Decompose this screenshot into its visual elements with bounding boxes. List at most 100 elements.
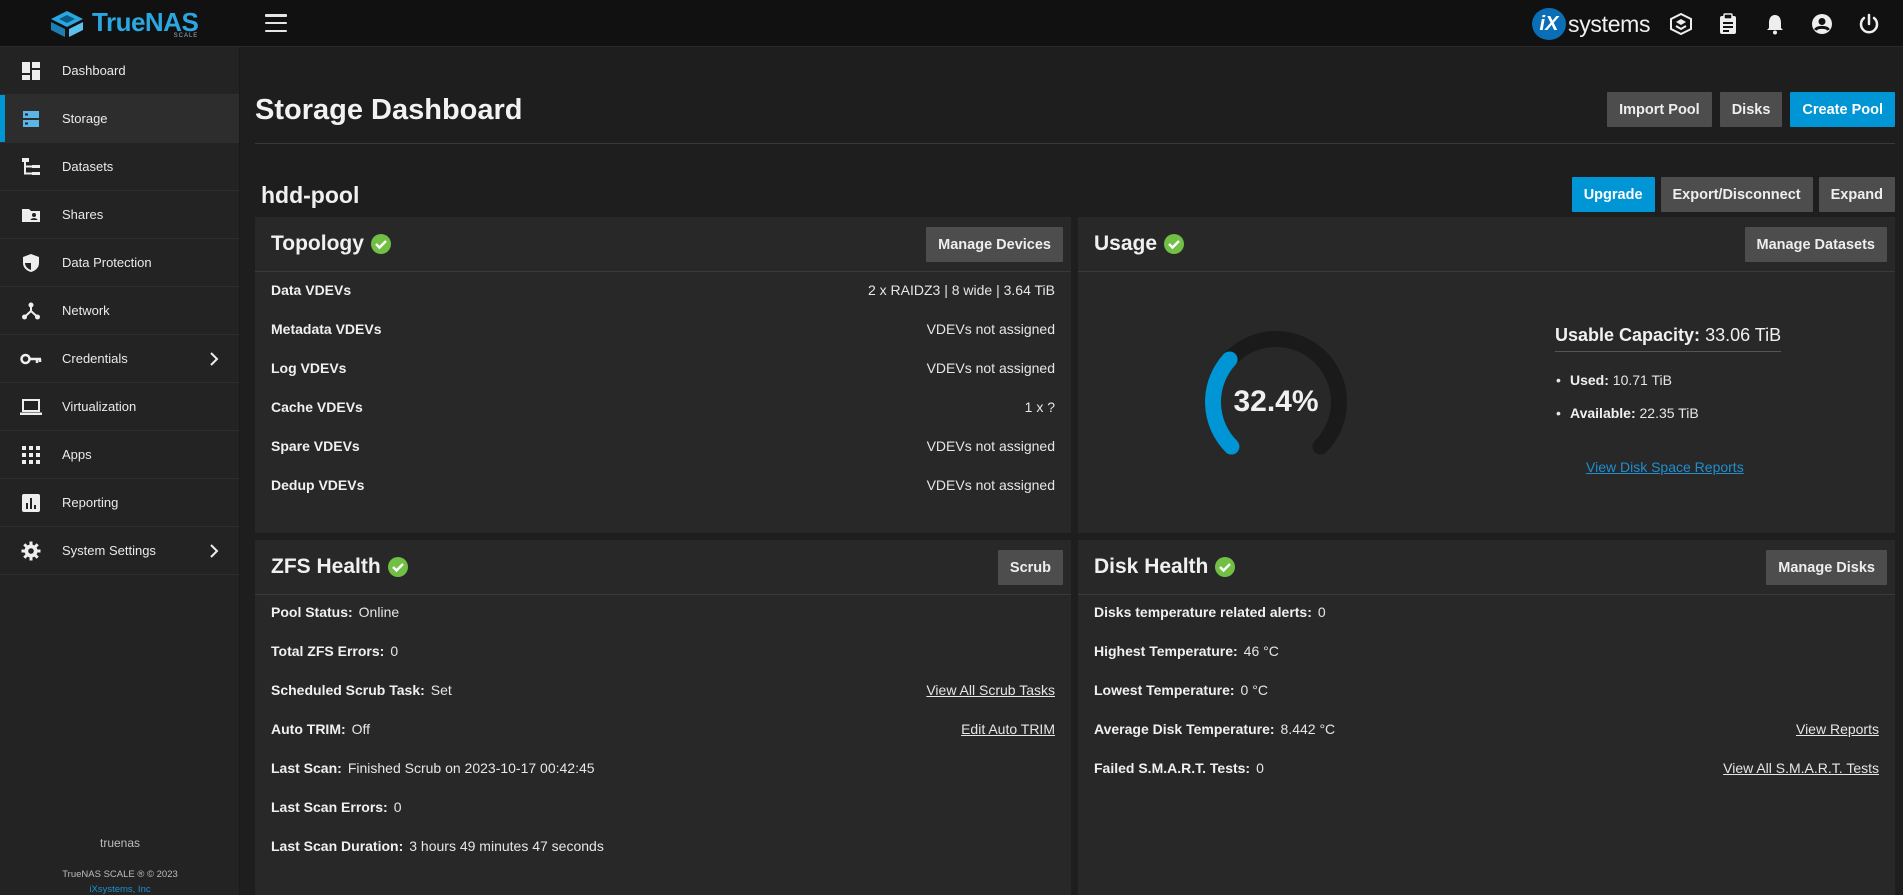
sidebar-item-credentials[interactable]: Credentials bbox=[0, 335, 239, 383]
topology-row: Dedup VDEVs VDEVs not assigned bbox=[271, 477, 1055, 493]
menu-toggle-icon[interactable] bbox=[265, 14, 287, 32]
chevron-right-icon bbox=[210, 543, 219, 558]
expand-button[interactable]: Expand bbox=[1818, 177, 1895, 212]
avg-temp-row: Average Disk Temperature: 8.442 °C View Re… bbox=[1094, 721, 1879, 737]
view-smart-tests-link[interactable]: View All S.M.A.R.T. Tests bbox=[1723, 760, 1879, 776]
view-disk-space-reports-link[interactable]: View Disk Space Reports bbox=[1586, 459, 1744, 475]
manage-datasets-button[interactable]: Manage Datasets bbox=[1744, 227, 1887, 262]
sidebar-item-dashboard[interactable]: Dashboard bbox=[0, 47, 239, 95]
view-scrub-tasks-link[interactable]: View All Scrub Tasks bbox=[926, 682, 1055, 698]
card-title: Topology bbox=[271, 232, 364, 255]
copyright: TrueNAS SCALE ® © 2023 bbox=[62, 869, 178, 880]
card-title: Usage bbox=[1094, 232, 1158, 255]
gear-icon bbox=[20, 540, 42, 562]
laptop-icon bbox=[20, 396, 42, 418]
create-pool-button[interactable]: Create Pool bbox=[1790, 92, 1895, 127]
truenas-logo[interactable]: TrueNAS SCALE bbox=[48, 6, 199, 41]
sidebar-item-label: Dashboard bbox=[62, 63, 126, 78]
pool-name: hdd-pool bbox=[261, 182, 360, 208]
scrub-button[interactable]: Scrub bbox=[997, 550, 1063, 585]
disks-button[interactable]: Disks bbox=[1719, 92, 1783, 127]
sidebar-item-reporting[interactable]: Reporting bbox=[0, 479, 239, 527]
sidebar-item-network[interactable]: Network bbox=[0, 287, 239, 335]
page-title: Storage Dashboard bbox=[255, 94, 523, 126]
ix-text: systems bbox=[1568, 10, 1651, 37]
sidebar-item-label: Network bbox=[62, 303, 110, 318]
main-content: Storage Dashboard Import Pool Disks Crea… bbox=[241, 47, 1903, 895]
dashboard-icon bbox=[20, 60, 42, 82]
highest-temp-row: Highest Temperature: 46 °C bbox=[1094, 643, 1279, 659]
clipboard-icon[interactable] bbox=[1715, 11, 1740, 36]
company-link[interactable]: iXsystems, Inc bbox=[0, 884, 240, 895]
manage-devices-button[interactable]: Manage Devices bbox=[926, 227, 1063, 262]
check-circle-icon bbox=[1164, 234, 1185, 254]
manage-disks-button[interactable]: Manage Disks bbox=[1766, 550, 1887, 585]
topology-card: Topology Manage Devices Data VDEVs 2 x RA… bbox=[255, 217, 1071, 533]
lowest-temp-row: Lowest Temperature: 0 °C bbox=[1094, 682, 1268, 698]
available-item: Available: 22.35 TiB bbox=[1556, 405, 1699, 421]
divider bbox=[255, 143, 1895, 144]
account-icon[interactable] bbox=[1809, 11, 1834, 36]
usage-card: Usage Manage Datasets 32.4% Usable Capac… bbox=[1078, 217, 1895, 533]
sidebar-item-storage[interactable]: Storage bbox=[0, 95, 239, 143]
sidebar-item-shares[interactable]: Shares bbox=[0, 191, 239, 239]
sidebar: Dashboard Storage Datasets Shares Data P… bbox=[0, 47, 240, 895]
check-circle-icon bbox=[370, 234, 391, 254]
sidebar-item-apps[interactable]: Apps bbox=[0, 431, 239, 479]
topology-row: Metadata VDEVs VDEVs not assigned bbox=[271, 321, 1055, 337]
hostname: truenas bbox=[99, 836, 141, 850]
sidebar-item-system-settings[interactable]: System Settings bbox=[0, 527, 239, 575]
usable-capacity: Usable Capacity: 33.06 TiB bbox=[1555, 325, 1782, 352]
sidebar-item-datasets[interactable]: Datasets bbox=[0, 143, 239, 191]
scrub-task-row: Scheduled Scrub Task: Set View All Scrub T… bbox=[271, 682, 1055, 698]
topology-row: Data VDEVs 2 x RAIDZ3 | 8 wide | 3.64 TiB bbox=[271, 282, 1055, 298]
sidebar-item-label: Reporting bbox=[62, 495, 119, 510]
ix-badge: iX bbox=[1532, 8, 1566, 40]
check-circle-icon bbox=[1215, 557, 1236, 577]
pool-status-row: Pool Status: Online bbox=[271, 604, 400, 620]
sidebar-item-label: Storage bbox=[62, 111, 108, 126]
truecommand-icon[interactable] bbox=[1668, 11, 1693, 36]
reporting-icon bbox=[20, 492, 42, 514]
view-reports-link[interactable]: View Reports bbox=[1796, 721, 1879, 737]
sidebar-item-label: Virtualization bbox=[62, 399, 137, 414]
usage-gauge: 32.4% bbox=[1197, 323, 1355, 481]
card-title: Disk Health bbox=[1094, 555, 1209, 578]
edit-auto-trim-link[interactable]: Edit Auto TRIM bbox=[961, 721, 1055, 737]
sidebar-item-virtualization[interactable]: Virtualization bbox=[0, 383, 239, 431]
key-icon bbox=[20, 348, 42, 370]
ixsystems-logo[interactable]: iX systems bbox=[1532, 8, 1651, 40]
top-bar: TrueNAS SCALE iX systems bbox=[0, 0, 1903, 47]
logo-name: TrueNAS bbox=[92, 6, 199, 37]
datasets-icon bbox=[20, 156, 42, 178]
sidebar-item-label: Credentials bbox=[62, 351, 128, 366]
last-scan-errors-row: Last Scan Errors: 0 bbox=[271, 799, 402, 815]
power-icon[interactable] bbox=[1856, 11, 1881, 36]
zfs-errors-row: Total ZFS Errors: 0 bbox=[271, 643, 399, 659]
smart-tests-row: Failed S.M.A.R.T. Tests: 0 View All S.M.A.… bbox=[1094, 760, 1879, 776]
shield-icon bbox=[20, 252, 42, 274]
last-scan-duration-row: Last Scan Duration: 3 hours 49 minutes 47… bbox=[271, 838, 604, 854]
topology-row: Spare VDEVs VDEVs not assigned bbox=[271, 438, 1055, 454]
sidebar-item-label: Data Protection bbox=[62, 255, 152, 270]
sidebar-item-label: Datasets bbox=[62, 159, 114, 174]
import-pool-button[interactable]: Import Pool bbox=[1607, 92, 1712, 127]
shares-icon bbox=[20, 204, 42, 226]
topology-row: Log VDEVs VDEVs not assigned bbox=[271, 360, 1055, 376]
storage-icon bbox=[20, 108, 42, 130]
bell-icon[interactable] bbox=[1762, 11, 1787, 36]
card-title: ZFS Health bbox=[271, 555, 381, 578]
logo-sub: SCALE bbox=[173, 32, 199, 39]
sidebar-item-data-protection[interactable]: Data Protection bbox=[0, 239, 239, 287]
zfs-health-card: ZFS Health Scrub Pool Status: Online Tota… bbox=[255, 540, 1071, 895]
sidebar-item-label: Apps bbox=[62, 447, 92, 462]
network-icon bbox=[20, 300, 42, 322]
upgrade-button[interactable]: Upgrade bbox=[1571, 177, 1655, 212]
chevron-right-icon bbox=[210, 351, 219, 366]
topology-row: Cache VDEVs 1 x ? bbox=[271, 399, 1055, 415]
sidebar-item-label: System Settings bbox=[62, 543, 156, 558]
check-circle-icon bbox=[387, 557, 408, 577]
used-item: Used: 10.71 TiB bbox=[1556, 372, 1672, 388]
export-disconnect-button[interactable]: Export/Disconnect bbox=[1660, 177, 1813, 212]
sidebar-item-label: Shares bbox=[62, 207, 104, 222]
